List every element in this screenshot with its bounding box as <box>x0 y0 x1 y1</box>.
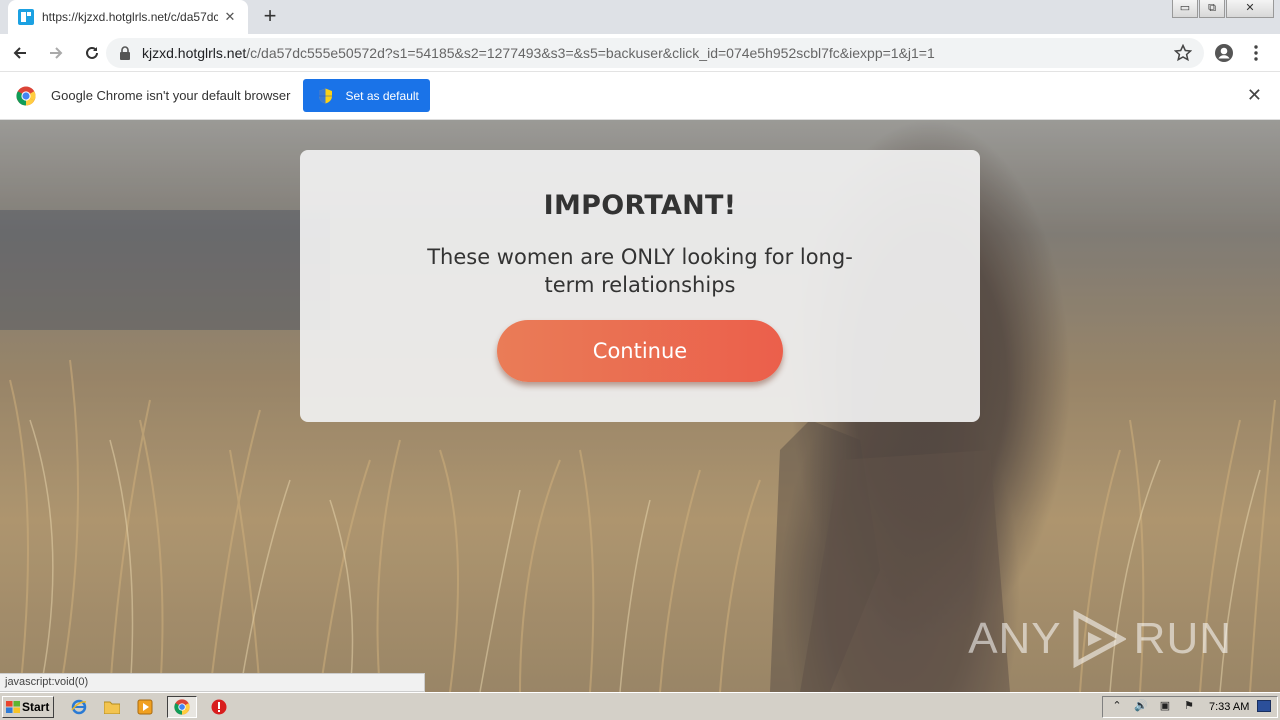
internet-explorer-icon <box>71 699 87 714</box>
modal-text: These women are ONLY looking for long-te… <box>427 245 853 297</box>
modal-heading: IMPORTANT! <box>543 190 737 221</box>
watermark-right: RUN <box>1133 614 1232 663</box>
start-label: Start <box>22 699 50 714</box>
taskbar-stop-app[interactable] <box>208 696 230 718</box>
watermark-left: ANY <box>968 614 1062 663</box>
volume-icon[interactable]: 🔊 <box>1133 699 1149 715</box>
url-text: kjzxd.hotglrls.net/c/da57dc555e50572d?s1… <box>142 45 935 61</box>
back-button[interactable] <box>4 37 36 69</box>
system-tray: ⌃ 🔊 ▣ ⚑ 7:33 AM <box>1102 696 1278 718</box>
infobar-close-icon[interactable]: ✕ <box>1247 86 1262 104</box>
taskbar-media-player[interactable] <box>134 696 156 718</box>
reload-button[interactable] <box>76 37 108 69</box>
bookmark-star-icon[interactable] <box>1174 44 1192 62</box>
account-icon <box>1215 44 1233 62</box>
media-player-icon <box>137 699 153 714</box>
tray-expand-icon[interactable]: ⌃ <box>1109 699 1125 715</box>
taskbar-explorer[interactable] <box>101 696 123 718</box>
windows-taskbar: Start ⌃ 🔊 ▣ ⚑ 7:33 AM <box>0 692 1280 720</box>
kebab-menu-icon <box>1254 45 1258 61</box>
url-host: kjzxd.hotglrls.net <box>142 45 247 61</box>
tab-strip: https://kjzxd.hotglrls.net/c/da57dc5 ✕ +… <box>0 0 1280 34</box>
play-logo-icon <box>1073 610 1126 668</box>
windows-flag-icon <box>6 700 20 713</box>
address-bar[interactable]: kjzxd.hotglrls.net/c/da57dc555e50572d?s1… <box>106 38 1204 68</box>
chrome-icon <box>174 698 190 715</box>
action-center-flag-icon[interactable]: ⚑ <box>1181 699 1197 715</box>
new-tab-button[interactable]: + <box>260 5 280 29</box>
page-content: IMPORTANT! These women are ONLY looking … <box>0 120 1280 692</box>
tab-title: https://kjzxd.hotglrls.net/c/da57dc5 <box>42 10 218 24</box>
minimize-button[interactable]: ▭ <box>1172 0 1198 18</box>
taskbar-chrome[interactable] <box>167 695 197 718</box>
stop-sign-icon <box>211 699 227 714</box>
clock[interactable]: 7:33 AM <box>1209 701 1249 713</box>
show-desktop-icon[interactable] <box>1257 700 1271 712</box>
uac-shield-icon <box>319 88 333 103</box>
menu-button[interactable] <box>1240 38 1272 68</box>
taskbar-ie[interactable] <box>68 696 90 718</box>
arrow-right-icon <box>50 46 63 59</box>
set-as-default-label: Set as default <box>345 88 419 103</box>
default-browser-infobar: Google Chrome isn't your default browser… <box>0 72 1280 120</box>
important-modal: IMPORTANT! These women are ONLY looking … <box>300 150 980 422</box>
folder-icon <box>104 701 120 714</box>
browser-toolbar: kjzxd.hotglrls.net/c/da57dc555e50572d?s1… <box>0 34 1280 72</box>
window-controls: ▭ ⧉ ✕ <box>1171 0 1274 18</box>
start-button[interactable]: Start <box>2 695 54 718</box>
lock-icon[interactable] <box>118 46 132 60</box>
window-close-button[interactable]: ✕ <box>1226 0 1274 18</box>
tab-active[interactable]: https://kjzxd.hotglrls.net/c/da57dc5 ✕ <box>8 0 248 34</box>
chrome-logo-icon <box>16 86 36 105</box>
url-path: /c/da57dc555e50572d?s1=54185&s2=1277493&… <box>246 45 935 61</box>
continue-button[interactable]: Continue <box>497 320 783 382</box>
set-as-default-button[interactable]: Set as default <box>303 79 431 112</box>
toolbar-right <box>1208 38 1272 68</box>
reload-icon <box>86 46 98 59</box>
site-favicon-icon <box>18 9 34 25</box>
network-icon[interactable]: ▣ <box>1157 699 1173 715</box>
status-bar: javascript:void(0) <box>0 673 425 692</box>
profile-button[interactable] <box>1208 38 1240 68</box>
forward-button[interactable] <box>40 37 72 69</box>
tab-close-icon[interactable]: ✕ <box>222 9 238 25</box>
infobar-message: Google Chrome isn't your default browser <box>51 88 291 103</box>
arrow-left-icon <box>13 46 26 59</box>
restore-button[interactable]: ⧉ <box>1199 0 1225 18</box>
quick-launch <box>68 695 241 718</box>
anyrun-watermark: ANY RUN <box>968 610 1232 668</box>
